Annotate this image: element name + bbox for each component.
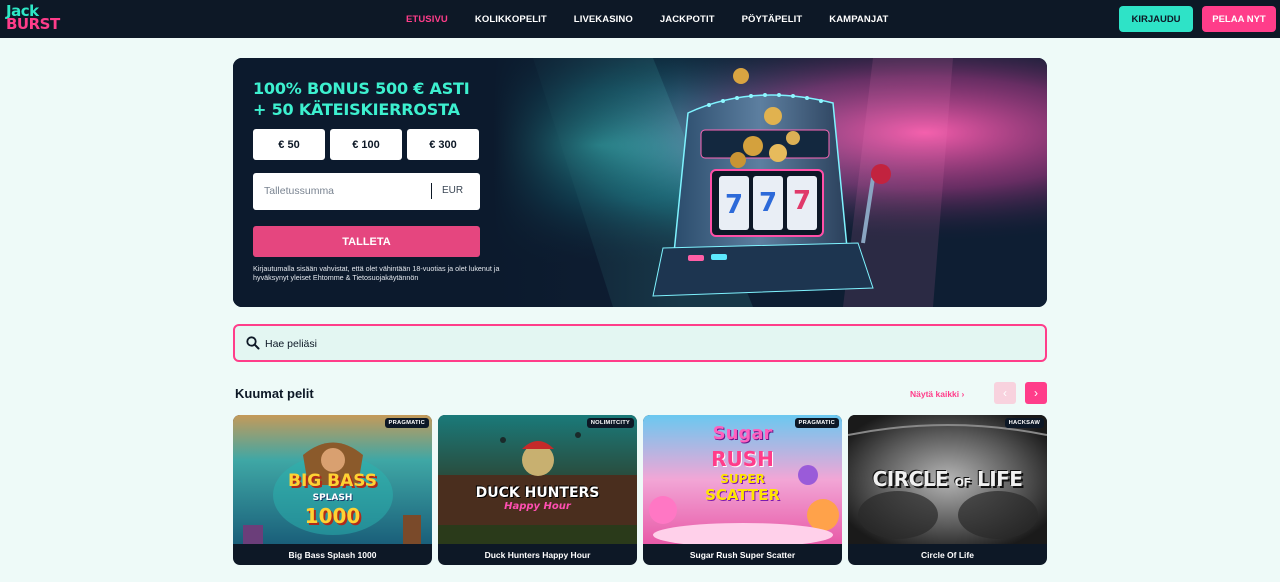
game-title: Duck Hunters Happy Hour <box>484 549 591 560</box>
nav-item-poytapelit[interactable]: PÖYTÄPELIT <box>742 14 803 25</box>
game-logo-line: BIG BASS <box>288 471 377 491</box>
currency-divider <box>431 183 432 199</box>
see-all-link[interactable]: Näytä kaikki › <box>910 389 964 399</box>
main-menu: ETUSIVU KOLIKKOPELIT LIVEKASINO JACKPOTI… <box>406 0 915 38</box>
login-button[interactable]: KIRJAUDU <box>1119 6 1193 32</box>
svg-text:7: 7 <box>725 190 743 220</box>
game-logo-line: Happy Hour <box>504 501 571 512</box>
chevron-right-icon: › <box>961 389 965 399</box>
search-icon <box>246 336 260 350</box>
game-card[interactable]: CIRCLE OF LIFE HACKSAW Circle Of Life <box>848 415 1047 565</box>
provider-badge: HACKSAW <box>1004 418 1044 428</box>
play-now-button[interactable]: PELAA NYT <box>1202 6 1276 32</box>
amount-100-button[interactable]: € 100 <box>330 129 402 160</box>
game-logo-line: SCATTER <box>705 486 780 504</box>
nav-item-jackpotit[interactable]: JACKPOTIT <box>660 14 715 25</box>
carousel-next-button[interactable]: › <box>1025 382 1047 404</box>
quick-amounts: € 50 € 100 € 300 <box>253 129 484 160</box>
game-thumbnail <box>438 415 637 544</box>
game-card[interactable]: Sugar RUSH SUPER SCATTER PRAGMATIC Sugar… <box>643 415 842 565</box>
game-logo-word: OF <box>954 476 971 489</box>
game-logo-word: LIFE <box>976 467 1023 491</box>
svg-text:7: 7 <box>793 186 811 216</box>
game-title: Big Bass Splash 1000 <box>288 549 377 560</box>
section-title: Kuumat pelit <box>235 386 314 401</box>
game-logo-line: 1000 <box>304 504 361 528</box>
hero-banner: 7 7 7 100% BONUS 500 € ASTI + 50 KÄTEISK… <box>233 58 1047 307</box>
provider-badge: PRAGMATIC <box>384 418 429 428</box>
nav-item-kampanjat[interactable]: KAMPANJAT <box>829 14 888 25</box>
deposit-button[interactable]: TALLETA <box>253 226 480 257</box>
hero-title: 100% BONUS 500 € ASTI + 50 KÄTEISKIERROS… <box>253 78 470 120</box>
game-logo-line: DUCK HUNTERS <box>475 485 600 501</box>
amount-50-button[interactable]: € 50 <box>253 129 325 160</box>
terms-text: Kirjautumalla sisään vahvistat, että ole… <box>253 264 500 282</box>
svg-text:7: 7 <box>759 188 777 218</box>
game-search-input[interactable]: Hae peliäsi <box>233 324 1047 362</box>
game-title: Sugar Rush Super Scatter <box>689 549 796 560</box>
deposit-amount-field[interactable]: Talletussumma EUR <box>253 173 480 210</box>
hero-title-line1: 100% BONUS 500 € ASTI <box>253 79 470 98</box>
hero-title-line2: + 50 KÄTEISKIERROSTA <box>253 100 460 119</box>
see-all-label: Näytä kaikki <box>910 389 960 399</box>
carousel-prev-button[interactable]: ‹ <box>994 382 1016 404</box>
game-logo-word: CIRCLE <box>872 467 949 491</box>
game-card[interactable]: BIG BASS SPLASH 1000 PRAGMATIC Big Bass … <box>233 415 432 565</box>
brand-logo-line2: BURST <box>6 15 60 33</box>
currency-label: EUR <box>442 185 464 196</box>
game-card[interactable]: DUCK HUNTERS Happy Hour NOLIMITCITY Duck… <box>438 415 637 565</box>
deposit-amount-placeholder: Talletussumma <box>264 185 335 197</box>
provider-badge: NOLIMITCITY <box>586 418 634 428</box>
nav-item-kolikkopelit[interactable]: KOLIKKOPELIT <box>475 14 547 25</box>
top-navbar: Jack BURST ETUSIVU KOLIKKOPELIT LIVEKASI… <box>0 0 1280 38</box>
nav-item-livekasino[interactable]: LIVEKASINO <box>574 14 633 25</box>
brand-logo[interactable]: Jack BURST <box>6 4 72 33</box>
nav-item-etusivu[interactable]: ETUSIVU <box>406 14 448 25</box>
game-title: Circle Of Life <box>921 549 974 560</box>
amount-300-button[interactable]: € 300 <box>407 129 479 160</box>
game-logo-line: RUSH <box>711 447 774 471</box>
chevron-right-icon: › <box>1034 386 1038 400</box>
game-logo-line: SUPER <box>720 472 765 486</box>
game-logo-line: CIRCLE OF LIFE <box>848 467 1047 491</box>
game-logo-line: SPLASH <box>312 493 353 503</box>
provider-badge: PRAGMATIC <box>794 418 839 428</box>
chevron-left-icon: ‹ <box>1003 386 1007 400</box>
search-placeholder: Hae peliäsi <box>265 338 317 350</box>
